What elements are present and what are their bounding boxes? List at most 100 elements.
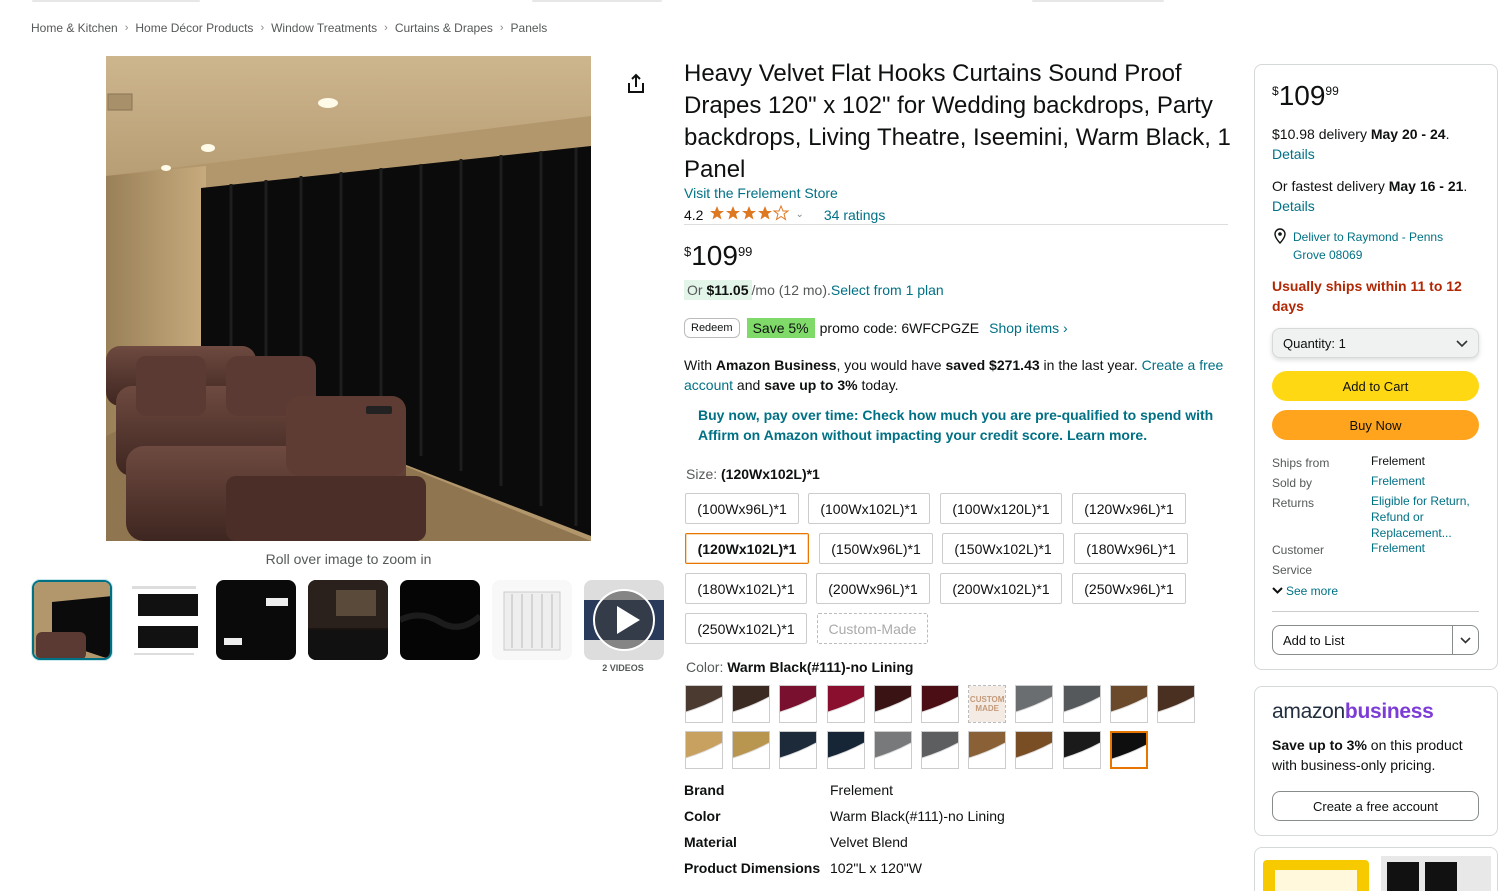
color-swatch[interactable] (826, 731, 865, 769)
color-swatch[interactable] (921, 731, 959, 769)
select-plan-link[interactable]: Select from 1 plan (831, 282, 944, 298)
buy-now-button[interactable]: Buy Now (1272, 410, 1479, 440)
main-product-image[interactable] (106, 56, 591, 541)
chevron-down-icon (1272, 584, 1283, 598)
add-to-list-button[interactable]: Add to List (1272, 625, 1479, 655)
thumbnail[interactable] (492, 580, 572, 660)
color-swatch[interactable] (1157, 685, 1195, 723)
returns-link[interactable]: Eligible for Return, Refund or Replaceme… (1371, 493, 1471, 541)
thumbnail[interactable] (216, 580, 296, 660)
breadcrumb-home-kitchen[interactable]: Home & Kitchen (31, 21, 118, 35)
chevron-down-icon[interactable]: ⌄ (795, 209, 803, 220)
thumbnail[interactable] (400, 580, 480, 660)
spec-value: Warm Black(#111)-no Lining (830, 808, 1005, 824)
price-fraction: 99 (737, 244, 753, 259)
video-thumbnail[interactable] (584, 580, 664, 660)
size-option[interactable]: (150Wx102L)*1 (942, 533, 1064, 564)
top-divider (532, 0, 662, 2)
videos-label: 2 VIDEOS (602, 663, 644, 673)
breadcrumb-home-decor[interactable]: Home Décor Products (135, 21, 253, 35)
size-option[interactable]: (120Wx96L)*1 (1072, 493, 1186, 524)
spec-label: Color (684, 808, 721, 824)
sponsored-ad-box[interactable] (1254, 847, 1498, 891)
color-swatch[interactable] (779, 685, 818, 723)
size-option-selected[interactable]: (120Wx102L)*1 (685, 533, 809, 564)
size-option[interactable]: (200Wx102L)*1 (940, 573, 1062, 604)
size-option[interactable]: (100Wx96L)*1 (685, 493, 799, 524)
breadcrumb-separator: › (499, 22, 504, 34)
color-swatch[interactable] (873, 685, 912, 723)
store-link[interactable]: Visit the Frelement Store (684, 185, 838, 201)
size-option[interactable]: (100Wx102L)*1 (808, 493, 930, 524)
size-option[interactable]: (200Wx96L)*1 (816, 573, 930, 604)
breadcrumb-separator: › (260, 22, 265, 34)
color-swatch[interactable] (732, 685, 771, 723)
thumbnail[interactable] (32, 580, 112, 660)
color-swatch[interactable] (873, 731, 912, 769)
product-title: Heavy Velvet Flat Hooks Curtains Sound P… (684, 60, 1231, 183)
sold-by-link[interactable]: Frelement (1371, 473, 1471, 489)
price-symbol: $ (684, 244, 692, 259)
color-swatch[interactable]: CUSTOM MADE (968, 685, 1007, 723)
delivery-info: $10.98 delivery May 20 - 24. Details (1272, 126, 1450, 162)
size-option[interactable]: (180Wx102L)*1 (685, 573, 807, 604)
thumbnail[interactable] (308, 580, 388, 660)
color-swatch[interactable] (1015, 731, 1054, 769)
divider (1272, 611, 1479, 612)
breadcrumb-window-treatments[interactable]: Window Treatments (271, 21, 377, 35)
breadcrumb: Home & Kitchen › Home Décor Products › W… (31, 21, 547, 35)
size-option[interactable]: (250Wx96L)*1 (1072, 573, 1186, 604)
star-rating-icon[interactable] (709, 204, 790, 224)
size-option[interactable]: (250Wx102L)*1 (685, 613, 807, 644)
breadcrumb-panels[interactable]: Panels (511, 21, 548, 35)
color-swatch-selected[interactable] (1109, 731, 1148, 769)
details-link[interactable]: Details (1272, 146, 1315, 162)
color-swatch[interactable] (921, 685, 959, 723)
quantity-select[interactable]: Quantity: 1 (1272, 328, 1479, 358)
ships-from-label: Ships from (1272, 456, 1330, 470)
see-more-toggle[interactable]: See more (1272, 584, 1338, 598)
spec-label: Brand (684, 782, 725, 798)
breadcrumb-curtains-drapes[interactable]: Curtains & Drapes (395, 21, 493, 35)
buybox-price: $ 109 99 (1272, 80, 1339, 111)
details-link[interactable]: Details (1272, 198, 1315, 214)
size-option-custom[interactable]: Custom-Made (817, 613, 928, 644)
color-swatch[interactable] (779, 731, 818, 769)
business-pricing-text: Save up to 3% on this product with busin… (1272, 737, 1463, 773)
ratings-count-link[interactable]: 34 ratings (824, 207, 885, 223)
sold-by-label: Sold by (1272, 476, 1313, 490)
color-swatches: CUSTOM MADE (685, 685, 1225, 771)
color-swatch[interactable] (732, 731, 771, 769)
color-swatch[interactable] (1062, 685, 1101, 723)
divider (684, 224, 1228, 225)
size-option[interactable]: (150Wx96L)*1 (819, 533, 933, 564)
deliver-to-link[interactable]: Deliver to Raymond - Penns Grove 08069 (1293, 228, 1473, 264)
availability-warning: Usually ships within 11 to 12 days (1272, 278, 1462, 314)
redeem-button[interactable]: Redeem (684, 318, 740, 338)
color-swatch[interactable] (685, 685, 723, 723)
quantity-value: 1 (1338, 335, 1346, 351)
color-swatch[interactable] (1109, 685, 1148, 723)
thumbnail[interactable] (124, 580, 204, 660)
customer-service-label: Service (1272, 563, 1313, 577)
shop-items-link[interactable]: Shop items › (989, 320, 1068, 336)
monthly-amount: $11.05 (706, 282, 749, 298)
returns-label: Returns (1272, 496, 1315, 510)
customer-service-link[interactable]: Frelement (1371, 540, 1471, 556)
size-option[interactable]: (180Wx96L)*1 (1074, 533, 1188, 564)
create-free-account-button[interactable]: Create a free account (1272, 791, 1479, 821)
monthly-payment: Or $11.05 /mo (12 mo). Select from 1 pla… (684, 280, 944, 300)
color-swatch[interactable] (685, 731, 723, 769)
color-swatch[interactable] (826, 685, 865, 723)
share-icon[interactable] (624, 72, 648, 96)
color-swatch[interactable] (968, 731, 1007, 769)
chevron-down-icon[interactable] (1452, 626, 1478, 654)
size-option[interactable]: (100Wx120L)*1 (940, 493, 1062, 524)
affirm-link[interactable]: Buy now, pay over time: Check how much y… (698, 405, 1228, 445)
add-to-cart-button[interactable]: Add to Cart (1272, 371, 1479, 401)
color-swatch[interactable] (1015, 685, 1054, 723)
deliver-to[interactable]: Deliver to Raymond - Penns Grove 08069 (1273, 228, 1473, 264)
monthly-highlight: Or $11.05 (684, 280, 752, 300)
customer-service-label: Customer (1272, 543, 1325, 557)
color-swatch[interactable] (1062, 731, 1101, 769)
